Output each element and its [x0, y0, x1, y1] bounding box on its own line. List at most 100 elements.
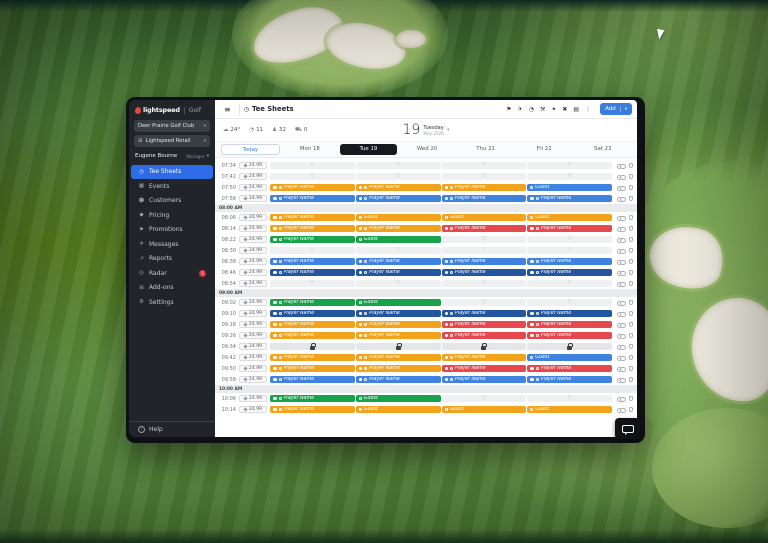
cart-icon[interactable]	[629, 311, 634, 316]
sidebar-item-messages[interactable]: ✈Messages	[134, 238, 210, 252]
booking-slot-player[interactable]: Player Name	[527, 258, 612, 266]
empty-slot[interactable]: ○	[527, 162, 612, 170]
sidebar-item-tee-sheets[interactable]: ◷Tee Sheets	[131, 165, 213, 179]
printer-icon[interactable]: ▤	[573, 106, 579, 113]
booking-slot-player[interactable]: Player Name	[442, 184, 527, 192]
rate-badge[interactable]: 24.99	[239, 258, 267, 266]
booking-slot-player[interactable]: Player Name	[527, 332, 612, 340]
sidebar-item-reports[interactable]: ↗Reports	[134, 252, 210, 266]
booking-slot-player[interactable]: Player Name	[442, 310, 527, 318]
booking-slot-player[interactable]: Player Name	[270, 225, 355, 233]
club-selector[interactable]: Deer Prairie Golf Club ▾	[134, 120, 210, 132]
booking-slot-guest[interactable]: Guest	[356, 395, 441, 403]
cart-icon[interactable]	[629, 355, 634, 360]
booking-slot-player[interactable]: Player Name	[442, 269, 527, 277]
booking-slot-player[interactable]: Player Name	[270, 269, 355, 277]
bell-icon[interactable]: ✦	[551, 106, 556, 113]
empty-slot[interactable]: ○	[270, 247, 355, 255]
empty-slot[interactable]: ○	[442, 236, 527, 244]
sidebar-item-radar[interactable]: ◎Radar5	[134, 267, 210, 281]
sidebar-item-help[interactable]: ? Help	[129, 421, 215, 437]
sidebar-item-pricing[interactable]: ◆Pricing	[134, 209, 210, 223]
day-tab-fri-22[interactable]: Fri 22	[516, 144, 573, 155]
day-tab-tue-19[interactable]: Tue 19	[340, 144, 397, 155]
rate-badge[interactable]: 24.99	[239, 354, 267, 362]
booking-slot-player[interactable]: Player Name	[527, 310, 612, 318]
app-selector[interactable]: ⊞ Lightspeed Retail ▾	[134, 135, 210, 147]
cart-icon[interactable]	[629, 174, 634, 179]
booking-slot-guest[interactable]: Guest	[356, 406, 441, 414]
cart-icon[interactable]	[629, 237, 634, 242]
booking-slot-player[interactable]: Player Name	[356, 269, 441, 277]
empty-slot[interactable]: ○	[356, 162, 441, 170]
cart-icon[interactable]	[629, 344, 634, 349]
rate-badge[interactable]: 24.99	[239, 247, 267, 255]
add-button[interactable]: Add▾	[600, 103, 632, 115]
players-icon[interactable]	[617, 396, 625, 402]
sidebar-item-promotions[interactable]: ⚑Promotions	[134, 223, 210, 237]
sidebar-item-events[interactable]: ▦Events	[134, 180, 210, 194]
booking-slot-guest[interactable]: Guest	[356, 299, 441, 307]
empty-slot[interactable]: ○	[527, 280, 612, 288]
rate-badge[interactable]: 24.99	[239, 343, 267, 351]
cart-icon[interactable]	[629, 226, 634, 231]
rate-badge[interactable]: 24.99	[239, 280, 267, 288]
empty-slot[interactable]: ○	[442, 247, 527, 255]
cart-icon[interactable]	[629, 377, 634, 382]
empty-slot[interactable]: ○	[270, 280, 355, 288]
players-icon[interactable]	[617, 377, 625, 383]
history-icon[interactable]: ◔	[529, 106, 534, 113]
booking-slot-player[interactable]: Player Name	[270, 321, 355, 329]
empty-slot[interactable]: ○	[356, 280, 441, 288]
booking-slot-player[interactable]: Player Name	[356, 376, 441, 384]
booking-slot-player[interactable]: Player Name	[356, 321, 441, 329]
cart-icon[interactable]	[629, 396, 634, 401]
empty-slot[interactable]: ○	[527, 299, 612, 307]
booking-slot-player[interactable]: Player Name	[442, 195, 527, 203]
sidebar-item-add-ons[interactable]: ⊞Add-ons	[134, 281, 210, 295]
players-icon[interactable]	[617, 322, 625, 328]
booking-slot-guest[interactable]: Guest	[527, 354, 612, 362]
booking-slot-player[interactable]: Player Name	[270, 332, 355, 340]
empty-slot[interactable]: ○	[527, 247, 612, 255]
booking-slot-player[interactable]: Player Name	[270, 195, 355, 203]
booking-slot-player[interactable]: Player Name	[527, 376, 612, 384]
empty-slot[interactable]: ○	[527, 395, 612, 403]
empty-slot[interactable]: ○	[442, 395, 527, 403]
empty-slot[interactable]: ○	[442, 280, 527, 288]
players-icon[interactable]	[617, 248, 625, 254]
players-icon[interactable]	[617, 237, 625, 243]
booking-slot-player[interactable]: Player Name	[356, 195, 441, 203]
players-icon[interactable]	[617, 259, 625, 265]
rate-badge[interactable]: 24.99	[239, 365, 267, 373]
players-icon[interactable]	[617, 226, 625, 232]
cart-icon[interactable]	[629, 322, 634, 327]
players-icon[interactable]	[617, 174, 625, 180]
players-icon[interactable]	[617, 185, 625, 191]
empty-slot[interactable]: ○	[442, 173, 527, 181]
booking-slot-player[interactable]: Player Name	[356, 354, 441, 362]
cart-icon[interactable]	[629, 259, 634, 264]
booking-slot-guest[interactable]: Guest	[356, 214, 441, 222]
empty-slot[interactable]: ○	[442, 162, 527, 170]
booking-slot-guest[interactable]: Guest	[442, 406, 527, 414]
booking-slot-player[interactable]: Player Name	[356, 310, 441, 318]
booking-slot-player[interactable]: Player Name	[356, 184, 441, 192]
day-tab-today[interactable]: Today	[221, 144, 280, 155]
booking-slot-player[interactable]: Player Name	[270, 236, 355, 244]
booking-slot-player[interactable]: Player Name	[442, 332, 527, 340]
players-icon[interactable]	[617, 366, 625, 372]
cart-icon[interactable]	[629, 366, 634, 371]
chart-icon[interactable]: ⚑	[506, 106, 511, 113]
user-menu[interactable]: Eugene Bourne Manager ▾	[135, 153, 209, 159]
booking-slot-player[interactable]: Player Name	[270, 406, 355, 414]
players-icon[interactable]	[617, 407, 625, 413]
cart-icon[interactable]	[629, 196, 634, 201]
players-icon[interactable]	[617, 333, 625, 339]
booking-slot-player[interactable]: Player Name	[270, 354, 355, 362]
booking-slot-player[interactable]: Player Name	[270, 258, 355, 266]
rate-badge[interactable]: 24.99	[239, 395, 267, 403]
booking-slot-player[interactable]: Player Name	[442, 225, 527, 233]
rate-badge[interactable]: 24.99	[239, 236, 267, 244]
rate-badge[interactable]: 24.99	[239, 310, 267, 318]
